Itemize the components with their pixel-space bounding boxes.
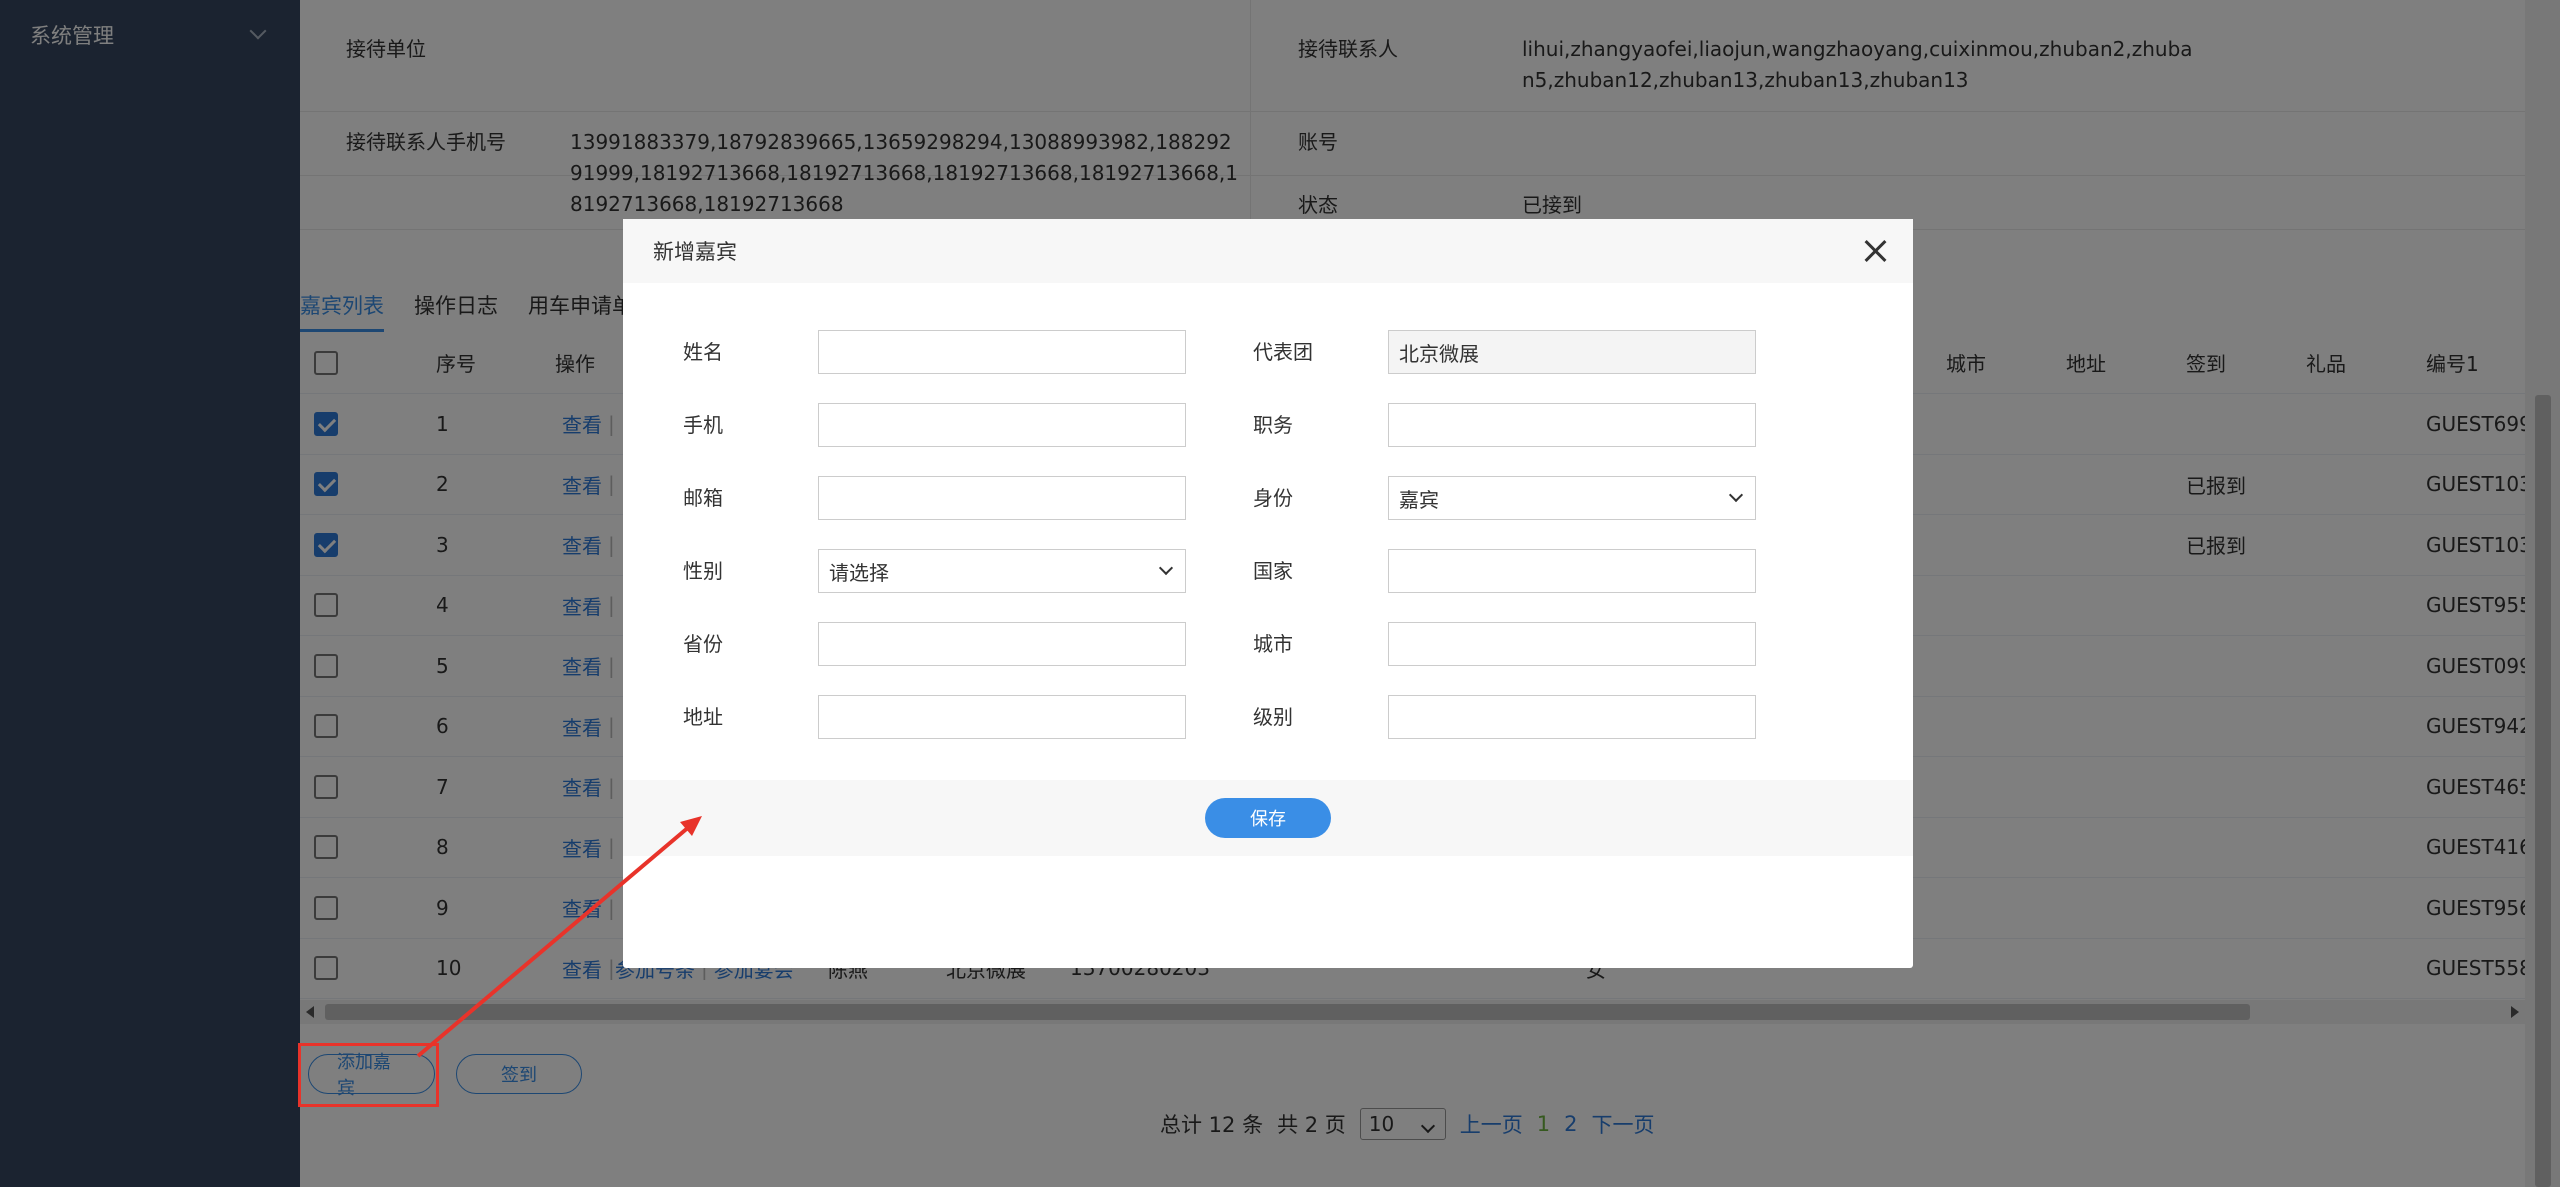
city-input[interactable] (1388, 622, 1756, 666)
position-input[interactable] (1388, 403, 1756, 447)
identity-selected: 嘉宾 (1399, 487, 1439, 512)
phone-input[interactable] (818, 403, 1186, 447)
delegation-input[interactable]: 北京微展 (1388, 330, 1756, 374)
chevron-down-icon (1728, 487, 1744, 503)
level-input[interactable] (1388, 695, 1756, 739)
name-input[interactable] (818, 330, 1186, 374)
level-label: 级别 (1253, 705, 1293, 729)
dialog-footer: 保存 (623, 780, 1913, 856)
close-icon[interactable] (1863, 239, 1887, 263)
address-input[interactable] (818, 695, 1186, 739)
dialog-title: 新增嘉宾 (653, 240, 737, 264)
phone-label: 手机 (683, 413, 723, 437)
position-label: 职务 (1253, 413, 1293, 437)
identity-select[interactable]: 嘉宾 (1388, 476, 1756, 520)
save-button[interactable]: 保存 (1205, 798, 1331, 838)
dialog-header: 新增嘉宾 (623, 219, 1913, 283)
gender-selected: 请选择 (829, 560, 889, 585)
email-input[interactable] (818, 476, 1186, 520)
email-label: 邮箱 (683, 486, 723, 510)
name-label: 姓名 (683, 340, 723, 364)
country-input[interactable] (1388, 549, 1756, 593)
identity-label: 身份 (1253, 486, 1293, 510)
province-input[interactable] (818, 622, 1186, 666)
annotation-highlight-box (298, 1043, 439, 1107)
city-label: 城市 (1253, 632, 1293, 656)
delegation-label: 代表团 (1253, 340, 1313, 364)
gender-label: 性别 (683, 559, 723, 583)
gender-select[interactable]: 请选择 (818, 549, 1186, 593)
add-guest-dialog: 新增嘉宾 姓名 代表团 北京微展 手机 职务 邮箱 身份 嘉宾 性别 请选择 国… (623, 219, 1913, 968)
country-label: 国家 (1253, 559, 1293, 583)
province-label: 省份 (683, 632, 723, 656)
address-label: 地址 (683, 705, 723, 729)
chevron-down-icon (1158, 560, 1174, 576)
